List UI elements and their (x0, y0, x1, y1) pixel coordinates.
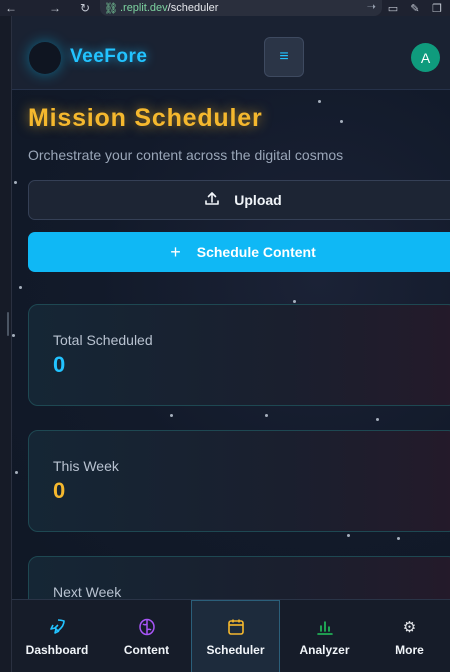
star-decoration (293, 300, 296, 303)
upload-icon (204, 191, 220, 210)
menu-button[interactable]: ≡ (264, 37, 304, 77)
stat-card-total-scheduled: Total Scheduled 0 (28, 304, 450, 406)
stat-label: Total Scheduled (53, 332, 153, 348)
star-decoration (170, 414, 173, 417)
left-panel-strip (0, 16, 12, 672)
bar-chart-icon (315, 617, 335, 637)
calendar-icon (226, 617, 246, 637)
stat-label: This Week (53, 458, 119, 474)
share-icon[interactable]: ➝ (367, 0, 376, 13)
schedule-content-label: Schedule Content (196, 244, 316, 260)
logo-icon[interactable] (29, 42, 61, 74)
address-bar[interactable]: ⛓ .replit.dev/scheduler ➝ (100, 0, 382, 16)
nav-label: Scheduler (206, 642, 265, 657)
stat-label: Next Week (53, 584, 122, 600)
star-decoration (397, 537, 400, 540)
app-header: VeeFore ≡ A (12, 16, 450, 90)
stat-value: 0 (53, 478, 66, 503)
stat-card-this-week: This Week 0 (28, 430, 450, 532)
nav-item-content[interactable]: Content (102, 600, 191, 672)
star-decoration (265, 414, 268, 417)
link-icon: ⛓ (104, 2, 118, 15)
app-viewport: VeeFore ≡ A Mission Scheduler Orchestrat… (12, 16, 450, 672)
nav-item-analyzer[interactable]: Analyzer (280, 600, 369, 672)
url-host: .replit.dev (119, 2, 168, 14)
star-decoration (19, 286, 22, 289)
star-decoration (340, 120, 343, 123)
star-decoration (15, 471, 18, 474)
plus-icon: + (170, 242, 181, 262)
rocket-icon (47, 617, 67, 637)
page-title: Mission Scheduler (28, 104, 263, 132)
star-decoration (318, 100, 321, 103)
upload-label: Upload (234, 192, 282, 208)
resize-handle[interactable] (7, 312, 9, 336)
star-decoration (347, 534, 350, 537)
avatar[interactable]: A (411, 43, 440, 72)
browser-toolbar: ← → ↻ ⛓ .replit.dev/scheduler ➝ ▭ ✎ ❐ (0, 0, 450, 16)
reload-icon[interactable]: ↻ (74, 0, 96, 16)
star-decoration (12, 334, 15, 337)
monitor-icon[interactable]: ▭ (386, 2, 400, 15)
nav-item-more[interactable]: ⚙ More (369, 600, 450, 672)
bottom-navigation: Dashboard Content Scheduler Analyzer ⚙ M… (12, 599, 450, 672)
brand-name[interactable]: VeeFore (70, 46, 147, 68)
hamburger-icon: ≡ (279, 48, 289, 65)
gear-icon: ⚙ (402, 618, 417, 636)
page-subtitle: Orchestrate your content across the digi… (28, 147, 344, 163)
nav-label: Analyzer (299, 642, 350, 657)
nav-item-dashboard[interactable]: Dashboard (12, 600, 102, 672)
nav-label: Dashboard (25, 642, 89, 657)
forward-icon[interactable]: → (44, 0, 66, 16)
url-path: /scheduler (167, 2, 219, 14)
star-decoration (376, 418, 379, 421)
back-icon[interactable]: ← (0, 0, 22, 16)
nav-item-scheduler[interactable]: Scheduler (191, 600, 280, 672)
brain-icon (137, 617, 157, 637)
tabs-icon[interactable]: ❐ (430, 2, 444, 15)
nav-label: More (395, 642, 424, 657)
wrench-icon[interactable]: ✎ (408, 2, 422, 15)
nav-label: Content (123, 642, 170, 657)
upload-button[interactable]: Upload (28, 180, 450, 220)
star-decoration (14, 181, 17, 184)
schedule-content-button[interactable]: + Schedule Content (28, 232, 450, 272)
stat-value: 0 (53, 352, 66, 377)
